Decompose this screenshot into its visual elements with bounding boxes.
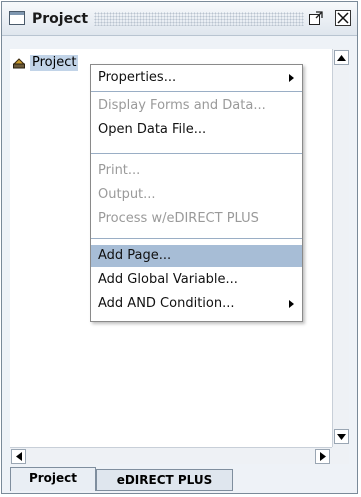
scroll-down-icon[interactable] [334, 429, 349, 444]
menu-item-label: Output... [98, 187, 156, 202]
menu-item-label: Display Forms and Data... [98, 98, 266, 113]
window-titlebar[interactable]: Project [2, 2, 357, 36]
titlebar-grip[interactable] [94, 12, 304, 26]
menu-separator [91, 91, 302, 92]
project-window: Project Project Properties... Display Fo… [1, 1, 358, 494]
scroll-corner [332, 447, 349, 464]
menu-item-label: Process w/eDIRECT PLUS [98, 211, 259, 226]
menu-item-label: Print... [98, 163, 141, 178]
scroll-right-icon[interactable] [315, 449, 330, 464]
menu-item-label: Add Page... [98, 248, 172, 263]
context-menu: Properties... Display Forms and Data... … [90, 64, 303, 322]
menu-item-process: Process w/eDIRECT PLUS [91, 208, 302, 230]
scroll-left-icon[interactable] [11, 449, 26, 464]
submenu-arrow-icon [289, 300, 294, 308]
menu-item-properties[interactable]: Properties... [91, 67, 302, 89]
menu-item-label: Properties... [98, 70, 177, 85]
window-title: Project [32, 11, 89, 27]
horizontal-scrollbar[interactable] [10, 447, 332, 464]
tab-edirect-plus[interactable]: eDIRECT PLUS [96, 469, 233, 491]
menu-item-open-data-file[interactable]: Open Data File... [91, 119, 302, 141]
menu-item-output: Output... [91, 184, 302, 206]
menu-item-label: Add AND Condition... [98, 296, 235, 311]
tree-node-label: Project [30, 55, 79, 71]
project-node-icon [13, 58, 25, 69]
menu-item-display-forms: Display Forms and Data... [91, 95, 302, 117]
menu-item-add-global-variable[interactable]: Add Global Variable... [91, 269, 302, 291]
vertical-scrollbar[interactable] [332, 49, 349, 447]
menu-item-add-page[interactable]: Add Page... [91, 245, 302, 267]
close-icon[interactable] [335, 10, 351, 26]
menu-separator [91, 153, 302, 154]
tab-project[interactable]: Project [10, 467, 96, 491]
scroll-up-icon[interactable] [334, 50, 349, 65]
submenu-arrow-icon [289, 74, 294, 82]
menu-item-print: Print... [91, 160, 302, 182]
menu-item-label: Open Data File... [98, 122, 207, 137]
menu-item-label: Add Global Variable... [98, 272, 238, 287]
window-icon [9, 11, 25, 25]
tree-node-project[interactable]: Project [12, 54, 79, 72]
maximize-icon[interactable] [308, 10, 324, 26]
menu-separator [91, 238, 302, 239]
menu-item-add-and-condition[interactable]: Add AND Condition... [91, 293, 302, 315]
